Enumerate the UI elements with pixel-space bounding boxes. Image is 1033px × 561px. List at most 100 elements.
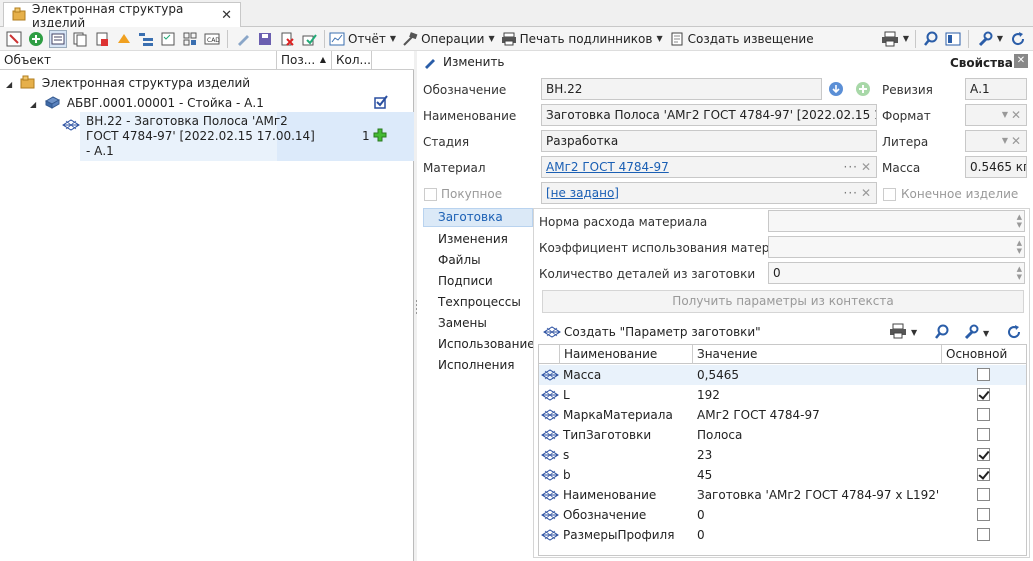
grid-col-name[interactable]: Наименование [560,345,693,364]
expand-icon[interactable]: ◢ [6,80,12,89]
litera-select[interactable]: ▼ ✕ [965,130,1027,152]
tree-root[interactable]: ◢ Электронная структура изделий [6,75,250,92]
pencil-icon[interactable] [234,30,252,48]
table-row[interactable]: Масса 0,5465 [539,365,1026,385]
grid-icon[interactable] [181,30,199,48]
designation-field[interactable]: ВН.22 [541,78,822,100]
nav-item-replacements[interactable]: Замены [438,316,487,330]
grid-print-icon[interactable]: ▼ [889,323,917,342]
grid-wrench-icon[interactable]: ▼ [963,324,989,343]
param-icon [541,469,559,484]
main-checkbox[interactable] [977,388,990,401]
panel-toggle-icon[interactable] [944,30,962,48]
refresh-icon[interactable] [1009,30,1027,48]
approve-icon[interactable] [300,30,318,48]
coef-label: Коэффициент использования материала [539,241,800,255]
report-button[interactable]: Отчёт ▼ [329,32,396,46]
main-checkbox[interactable] [977,508,990,521]
coef-field[interactable]: ▲ ▼ [768,236,1025,258]
document-red-icon[interactable] [93,30,111,48]
grid-col-value[interactable]: Значение [693,345,942,364]
nav-item-versions[interactable]: Исполнения [438,358,515,372]
param-icon [541,409,559,424]
checklist-icon[interactable] [159,30,177,48]
table-row[interactable]: Наименование Заготовка 'АМг2 ГОСТ 4784-97… [539,485,1026,505]
tree-item-assembly[interactable]: ◢ АБВГ.0001.00001 - Стойка - А.1 [30,95,264,112]
purchased-checkbox[interactable] [424,188,437,201]
nav-item-changes[interactable]: Изменения [438,232,508,246]
nav-item-signatures[interactable]: Подписи [438,274,493,288]
copy-icon[interactable] [71,30,89,48]
main-checkbox[interactable] [977,528,990,541]
table-row[interactable]: МаркаМатериала АМг2 ГОСТ 4784-97 [539,405,1026,425]
close-properties-icon[interactable]: ✕ [1014,54,1028,68]
info-icon[interactable] [828,81,844,100]
table-row[interactable]: ТипЗаготовки Полоса [539,425,1026,445]
main-checkbox[interactable] [977,488,990,501]
grid-search-icon[interactable] [934,324,950,343]
edit-button[interactable]: Изменить [423,55,505,69]
column-position[interactable]: Поз... ▲ [277,51,332,70]
final-product-checkbox[interactable] [883,188,896,201]
structure-list-icon[interactable] [137,30,155,48]
tab-product-structure[interactable]: Электронная структура изделий ✕ [3,2,241,30]
table-row[interactable]: Обозначение 0 [539,505,1026,525]
format-label: Формат [882,109,931,123]
grid-refresh-icon[interactable] [1006,324,1022,343]
cad-icon[interactable]: CAD [203,30,221,48]
main-checkbox[interactable] [977,468,990,481]
name-field[interactable]: Заготовка Полоса 'АМг2 ГОСТ 4784-97' [20… [541,104,877,126]
operations-button[interactable]: Операции ▼ [402,32,495,46]
structure-icon [12,7,26,24]
main-checkbox[interactable] [977,408,990,421]
purchased-field[interactable]: [не задано] ··· ✕ [541,182,877,204]
print-icon[interactable]: ▼ [881,30,909,48]
wrench-icon[interactable]: ▼ [975,30,1005,48]
expand-icon[interactable]: ◢ [30,100,36,109]
table-row[interactable]: b 45 [539,465,1026,485]
main-checkbox[interactable] [977,368,990,381]
name-label: Наименование [423,109,517,123]
search-icon[interactable] [922,30,940,48]
column-quantity[interactable]: Кол... [332,51,372,70]
table-row[interactable]: s 23 [539,445,1026,465]
param-value: 0 [697,508,705,522]
grid-col-main[interactable]: Основной [942,345,1026,364]
table-row[interactable]: L 192 [539,385,1026,405]
structure-icon [20,75,35,92]
material-field[interactable]: АМг2 ГОСТ 4784-97 ··· ✕ [541,156,877,178]
report-label: Отчёт [348,31,386,46]
card-view-icon[interactable] [49,29,67,48]
main-checkbox[interactable] [977,448,990,461]
delete-icon[interactable] [278,30,296,48]
nav-item-files[interactable]: Файлы [438,253,481,267]
table-row[interactable]: РазмерыПрофиля 0 [539,525,1026,545]
close-tab-icon[interactable]: ✕ [221,8,232,23]
revision-field[interactable]: А.1 [965,78,1027,100]
select-icon[interactable] [5,30,23,48]
add-icon[interactable] [27,30,45,48]
add-circle-icon[interactable] [855,81,871,100]
replace-icon[interactable] [115,30,133,48]
count-field[interactable]: 0 ▲ ▼ [768,262,1025,284]
mass-field[interactable]: 0.5465 кг [965,156,1027,178]
norm-field[interactable]: ▲ ▼ [768,210,1025,232]
column-object[interactable]: Объект [0,51,277,70]
stage-field[interactable]: Разработка [541,130,877,152]
nav-item-usage[interactable]: Использование [438,337,535,351]
create-notice-button[interactable]: Создать извещение [669,32,814,46]
mass-label: Масса [882,161,921,175]
param-icon [541,489,559,504]
nav-item-blank[interactable]: Заготовка [423,208,533,227]
format-select[interactable]: ▼ ✕ [965,104,1027,126]
save-icon[interactable] [256,30,274,48]
main-checkbox[interactable] [977,428,990,441]
final-product-label: Конечное изделие [901,187,1019,201]
get-params-button[interactable]: Получить параметры из контекста [542,290,1024,313]
nav-item-processes[interactable]: Техпроцессы [438,295,521,309]
param-value: Заготовка 'АМг2 ГОСТ 4784-97 x L192' [697,488,940,502]
create-param-button[interactable]: Создать "Параметр заготовки" [543,325,761,339]
param-icon [541,509,559,524]
print-originals-button[interactable]: Печать подлинников ▼ [501,32,663,46]
material-label: Материал [423,161,486,175]
